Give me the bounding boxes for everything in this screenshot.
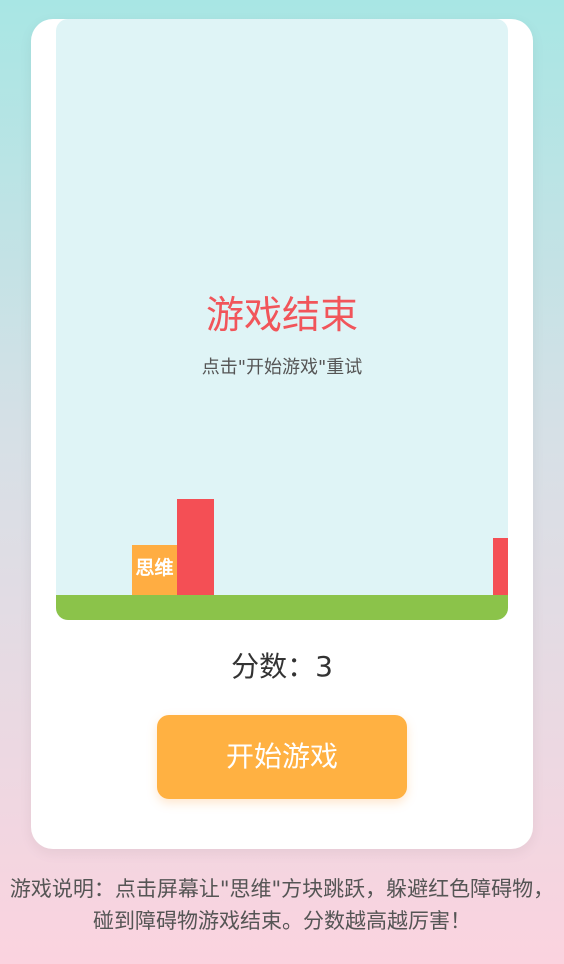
start-game-button[interactable]: 开始游戏 (157, 715, 407, 799)
game-over-hint: 点击"开始游戏"重试 (201, 357, 363, 378)
obstacle-block (493, 538, 508, 595)
game-over-title: 游戏结束 (205, 293, 358, 337)
player-block: 思维 (132, 545, 177, 595)
ground (56, 595, 508, 620)
instructions-text: 游戏说明：点击屏幕让"思维"方块跳跃，躲避红色障碍物，碰到障碍物游戏结束。分数越… (9, 877, 555, 933)
score-display: 分数：3 (231, 650, 333, 683)
obstacle-block (177, 499, 214, 595)
game-card: 思维 游戏结束 点击"开始游戏"重试 分数：3 开始游戏 (31, 19, 533, 849)
game-canvas[interactable]: 思维 游戏结束 点击"开始游戏"重试 (56, 19, 508, 620)
